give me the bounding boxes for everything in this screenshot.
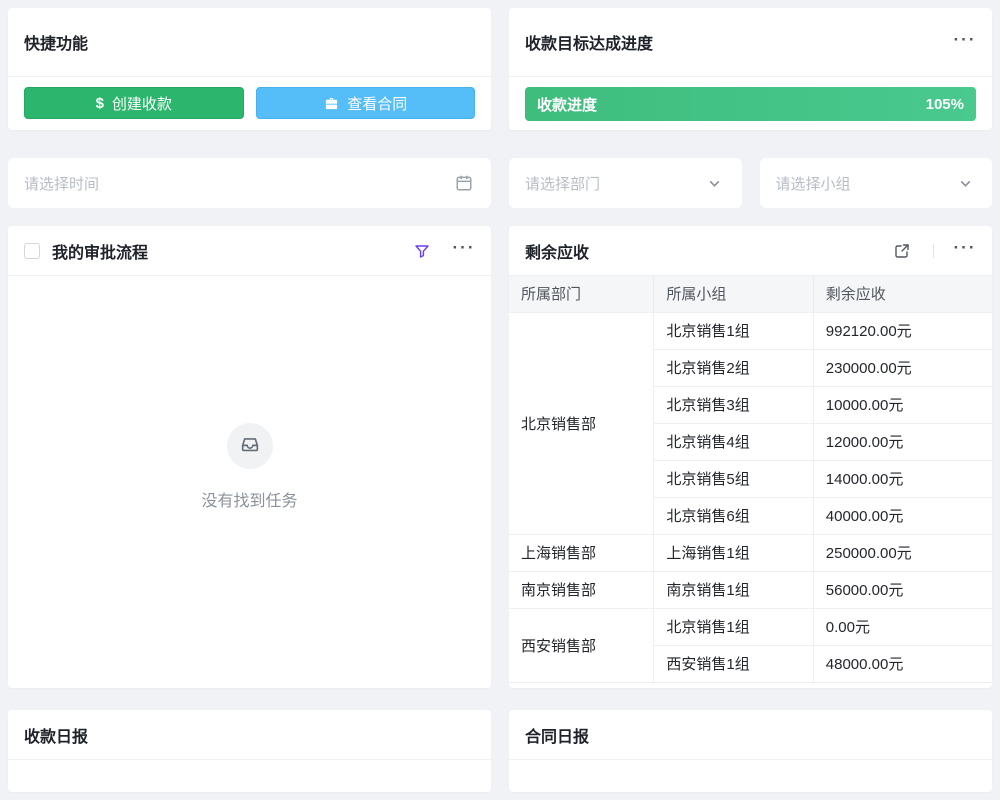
col-group: 所属小组: [654, 276, 813, 312]
progress-bar: 收款进度 105%: [525, 87, 976, 121]
approval-card: 我的审批流程 ··· 没有找到任务: [8, 226, 491, 688]
more-menu-icon[interactable]: ···: [453, 240, 475, 262]
group-cell: 北京销售3组: [654, 386, 813, 423]
amount-cell: 12000.00元: [813, 423, 992, 460]
group-cell: 北京销售5组: [654, 460, 813, 497]
group-cell: 南京销售1组: [654, 571, 813, 608]
table-header-row: 所属部门 所属小组 剩余应收: [509, 276, 992, 312]
right-column: 收款目标达成进度 ··· 收款进度 105% 请选择部门: [509, 8, 992, 792]
more-menu-icon[interactable]: ···: [954, 31, 976, 53]
progress-header: 收款目标达成进度 ···: [509, 8, 992, 77]
group-cell: 北京销售4组: [654, 423, 813, 460]
table-row: 西安销售部 北京销售1组 0.00元: [509, 608, 992, 645]
payment-daily-header: 收款日报: [8, 710, 491, 760]
header-divider: [933, 244, 934, 258]
chevron-down-icon: [954, 172, 976, 194]
progress-body: 收款进度 105%: [509, 77, 992, 130]
progress-bar-label: 收款进度: [537, 94, 597, 115]
group-cell: 北京销售2组: [654, 349, 813, 386]
amount-cell: 48000.00元: [813, 645, 992, 682]
dept-cell: 西安销售部: [509, 608, 654, 682]
time-picker-placeholder: 请选择时间: [24, 173, 99, 194]
inbox-icon: [239, 433, 261, 460]
view-contract-button[interactable]: 查看合同: [256, 87, 476, 119]
receivables-title: 剩余应收: [525, 239, 589, 263]
amount-cell: 992120.00元: [813, 312, 992, 349]
time-filter-row: 请选择时间: [8, 158, 491, 208]
briefcase-icon: [323, 95, 339, 111]
table-row: 北京销售部 北京销售1组 992120.00元: [509, 312, 992, 349]
amount-cell: 14000.00元: [813, 460, 992, 497]
amount-cell: 0.00元: [813, 608, 992, 645]
group-cell: 西安销售1组: [654, 645, 813, 682]
amount-cell: 40000.00元: [813, 497, 992, 534]
col-department: 所属部门: [509, 276, 654, 312]
progress-title: 收款目标达成进度: [525, 30, 653, 54]
approval-header: 我的审批流程 ···: [8, 226, 491, 276]
create-payment-button[interactable]: $ 创建收款: [24, 87, 244, 119]
receivables-table: 所属部门 所属小组 剩余应收 北京销售部 北京销售1组 992120.00元 北…: [509, 276, 992, 683]
left-column: 快捷功能 $ 创建收款 查看合同 请选择时间: [8, 8, 491, 792]
receivables-card: 剩余应收 ··· 所属部门 所属小组: [509, 226, 992, 688]
group-cell: 北京销售1组: [654, 608, 813, 645]
payment-daily-title: 收款日报: [24, 723, 88, 747]
dept-cell: 南京销售部: [509, 571, 654, 608]
table-row: 上海销售部 上海销售1组 250000.00元: [509, 534, 992, 571]
amount-cell: 230000.00元: [813, 349, 992, 386]
group-select-placeholder: 请选择小组: [776, 173, 851, 194]
table-row: 南京销售部 南京销售1组 56000.00元: [509, 571, 992, 608]
contract-daily-header: 合同日报: [509, 710, 992, 760]
approval-empty-state: 没有找到任务: [8, 276, 491, 688]
create-payment-label: 创建收款: [112, 93, 172, 114]
select-filter-row: 请选择部门 请选择小组: [509, 158, 992, 208]
receivables-header: 剩余应收 ···: [509, 226, 992, 276]
payment-daily-card: 收款日报: [8, 710, 491, 792]
empty-state-text: 没有找到任务: [201, 487, 297, 511]
department-select-placeholder: 请选择部门: [525, 173, 600, 194]
dashboard: 快捷功能 $ 创建收款 查看合同 请选择时间: [0, 0, 1000, 800]
col-amount: 剩余应收: [813, 276, 992, 312]
dept-cell: 上海销售部: [509, 534, 654, 571]
quick-actions-title: 快捷功能: [24, 30, 88, 54]
filter-icon[interactable]: [411, 240, 433, 262]
dollar-icon: $: [96, 96, 104, 111]
progress-bar-value: 105%: [926, 96, 964, 113]
quick-actions-header: 快捷功能: [8, 8, 491, 77]
chevron-down-icon: [704, 172, 726, 194]
external-link-icon[interactable]: [891, 240, 913, 262]
approval-select-all-checkbox[interactable]: [24, 243, 40, 259]
group-select[interactable]: 请选择小组: [760, 158, 993, 208]
quick-actions-card: 快捷功能 $ 创建收款 查看合同: [8, 8, 491, 130]
dept-cell: 北京销售部: [509, 312, 654, 534]
quick-actions-body: $ 创建收款 查看合同: [8, 77, 491, 129]
group-cell: 北京销售6组: [654, 497, 813, 534]
amount-cell: 56000.00元: [813, 571, 992, 608]
group-cell: 北京销售1组: [654, 312, 813, 349]
calendar-icon: [453, 172, 475, 194]
department-select[interactable]: 请选择部门: [509, 158, 742, 208]
view-contract-label: 查看合同: [347, 93, 407, 114]
amount-cell: 250000.00元: [813, 534, 992, 571]
progress-card: 收款目标达成进度 ··· 收款进度 105%: [509, 8, 992, 130]
contract-daily-card: 合同日报: [509, 710, 992, 792]
group-cell: 上海销售1组: [654, 534, 813, 571]
contract-daily-title: 合同日报: [525, 723, 589, 747]
time-picker[interactable]: 请选择时间: [8, 158, 491, 208]
empty-inbox-circle: [227, 423, 273, 469]
approval-title: 我的审批流程: [52, 239, 148, 263]
amount-cell: 10000.00元: [813, 386, 992, 423]
more-menu-icon[interactable]: ···: [954, 240, 976, 262]
